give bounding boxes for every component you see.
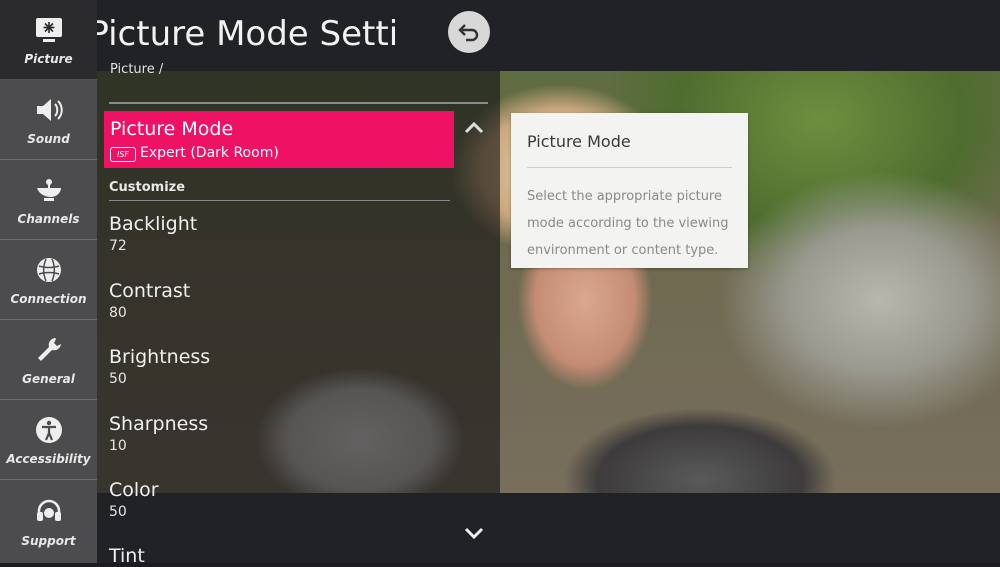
wrench-icon — [37, 337, 61, 361]
footer-bar — [97, 493, 1000, 563]
sidebar-item-label: Sound — [27, 131, 70, 146]
speaker-icon — [36, 98, 63, 121]
setting-contrast[interactable]: Contrast 80 — [109, 280, 190, 321]
setting-sharpness[interactable]: Sharpness 10 — [109, 413, 208, 454]
satellite-dish-icon — [36, 178, 61, 201]
info-description: Select the appropriate picture mode acco… — [527, 189, 729, 258]
globe-icon — [36, 257, 61, 282]
sidebar-item-picture[interactable]: Picture — [0, 0, 97, 80]
setting-name: Tint — [109, 545, 145, 567]
chevron-down-icon[interactable] — [463, 525, 485, 541]
sidebar-item-channels[interactable]: Channels — [0, 160, 97, 240]
setting-backlight[interactable]: Backlight 72 — [109, 213, 197, 254]
headset-icon — [36, 499, 61, 521]
sidebar-item-accessibility[interactable]: Accessibility — [0, 400, 97, 480]
chevron-up-icon[interactable] — [463, 120, 485, 136]
setting-name: Sharpness — [109, 413, 209, 435]
setting-name: Color — [109, 479, 159, 501]
accessibility-icon — [35, 416, 62, 443]
setting-value: 50 — [109, 371, 127, 387]
picture-mode-item[interactable]: Picture Mode ISF Expert (Dark Room) — [104, 111, 454, 168]
breadcrumb: Picture / — [110, 62, 164, 77]
sidebar-item-label: Support — [21, 533, 76, 548]
back-button[interactable] — [448, 11, 490, 53]
sidebar-item-label: Connection — [10, 291, 87, 306]
page-title: Picture Mode Settings — [97, 14, 397, 54]
setting-name: Brightness — [109, 346, 211, 368]
picture-icon — [35, 17, 62, 42]
sidebar-item-connection[interactable]: Connection — [0, 240, 97, 320]
sidebar-item-sound[interactable]: Sound — [0, 80, 97, 160]
setting-brightness[interactable]: Brightness 50 — [109, 346, 210, 387]
sidebar-item-support[interactable]: Support — [0, 480, 97, 563]
sidebar-item-label: Accessibility — [6, 451, 91, 466]
picture-mode-value: Expert (Dark Room) — [140, 145, 279, 161]
back-arrow-icon — [458, 24, 479, 42]
setting-color[interactable]: Color 50 — [109, 479, 159, 520]
sidebar-item-label: General — [22, 371, 75, 386]
info-title: Picture Mode — [527, 132, 631, 151]
isf-badge: ISF — [110, 147, 136, 162]
setting-name: Backlight — [109, 213, 198, 235]
setting-value: 10 — [109, 438, 127, 454]
section-label: Customize — [109, 180, 186, 195]
setting-name: Contrast — [109, 280, 191, 302]
sidebar-item-label: Channels — [17, 211, 80, 226]
divider — [109, 200, 450, 201]
divider — [527, 167, 732, 168]
divider — [109, 102, 488, 104]
setting-tint[interactable]: Tint — [109, 545, 145, 567]
setting-value: 80 — [109, 305, 127, 321]
sidebar-item-label: Picture — [24, 51, 73, 66]
info-panel: Picture Mode Select the appropriate pict… — [511, 113, 748, 268]
sidebar-item-general[interactable]: General — [0, 320, 97, 400]
setting-value: 50 — [109, 504, 127, 520]
picture-mode-label: Picture Mode — [110, 118, 234, 140]
sidebar: Picture Sound Channels Connection Genera… — [0, 0, 97, 563]
setting-value: 72 — [109, 238, 127, 254]
